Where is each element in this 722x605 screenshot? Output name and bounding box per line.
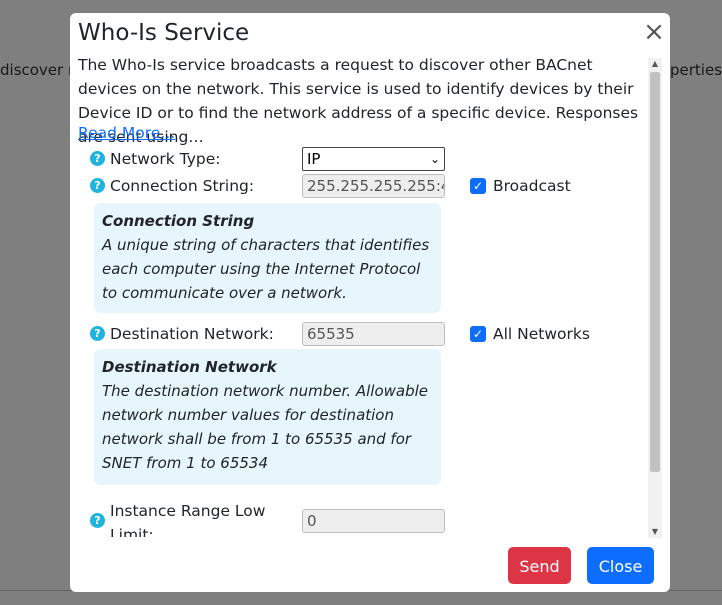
destination-network-info: Destination Network The destination netw…	[94, 349, 441, 485]
body-scrollbar[interactable]: ▲ ▼	[648, 58, 662, 538]
close-icon[interactable]: ×	[643, 19, 665, 45]
network-type-value: IP	[307, 150, 321, 168]
connection-string-input[interactable]: 255.255.255.255:4	[302, 174, 445, 198]
help-icon[interactable]: ?	[90, 151, 105, 166]
scroll-up-icon[interactable]: ▲	[648, 58, 662, 70]
close-button[interactable]: Close	[587, 547, 654, 584]
who-is-dialog: Who-Is Service × The Who-Is service broa…	[70, 13, 670, 592]
info-text: The destination network number. Allowabl…	[102, 382, 429, 472]
connection-string-label: Connection String:	[110, 177, 255, 195]
chevron-down-icon: ⌄	[429, 152, 440, 166]
read-more-link[interactable]: Read More...	[78, 121, 175, 145]
network-type-label: Network Type:	[110, 150, 221, 168]
connection-string-row: ? Connection String: 255.255.255.255:4 ✓…	[90, 174, 650, 198]
send-button[interactable]: Send	[508, 547, 571, 584]
broadcast-checkbox[interactable]: ✓	[470, 178, 486, 194]
info-title: Destination Network	[102, 358, 277, 376]
dialog-body: The Who-Is service broadcasts a request …	[70, 53, 650, 537]
help-icon[interactable]: ?	[90, 513, 105, 528]
all-networks-checkbox[interactable]: ✓	[470, 326, 486, 342]
instance-low-label: Instance Range Low Limit:	[110, 502, 266, 537]
help-icon[interactable]: ?	[90, 326, 105, 341]
destination-network-input[interactable]: 65535	[302, 322, 445, 346]
scrollbar-thumb[interactable]	[650, 72, 660, 472]
dialog-title: Who-Is Service	[78, 20, 250, 46]
help-icon[interactable]: ?	[90, 178, 105, 193]
destination-network-row: ? Destination Network: 65535 ✓ All Netwo…	[90, 322, 650, 346]
connection-string-info: Connection String A unique string of cha…	[94, 203, 441, 313]
network-type-row: ? Network Type: IP ⌄	[90, 147, 650, 171]
destination-network-label: Destination Network:	[110, 325, 274, 343]
info-text: A unique string of characters that ident…	[102, 236, 430, 302]
broadcast-label: Broadcast	[493, 177, 571, 195]
instance-low-row: ? Instance Range Low Limit: 0	[90, 499, 650, 537]
network-type-select[interactable]: IP ⌄	[302, 147, 445, 171]
scroll-down-icon[interactable]: ▼	[648, 526, 662, 538]
all-networks-label: All Networks	[493, 325, 590, 343]
info-title: Connection String	[102, 212, 255, 230]
instance-low-input[interactable]: 0	[302, 509, 445, 533]
